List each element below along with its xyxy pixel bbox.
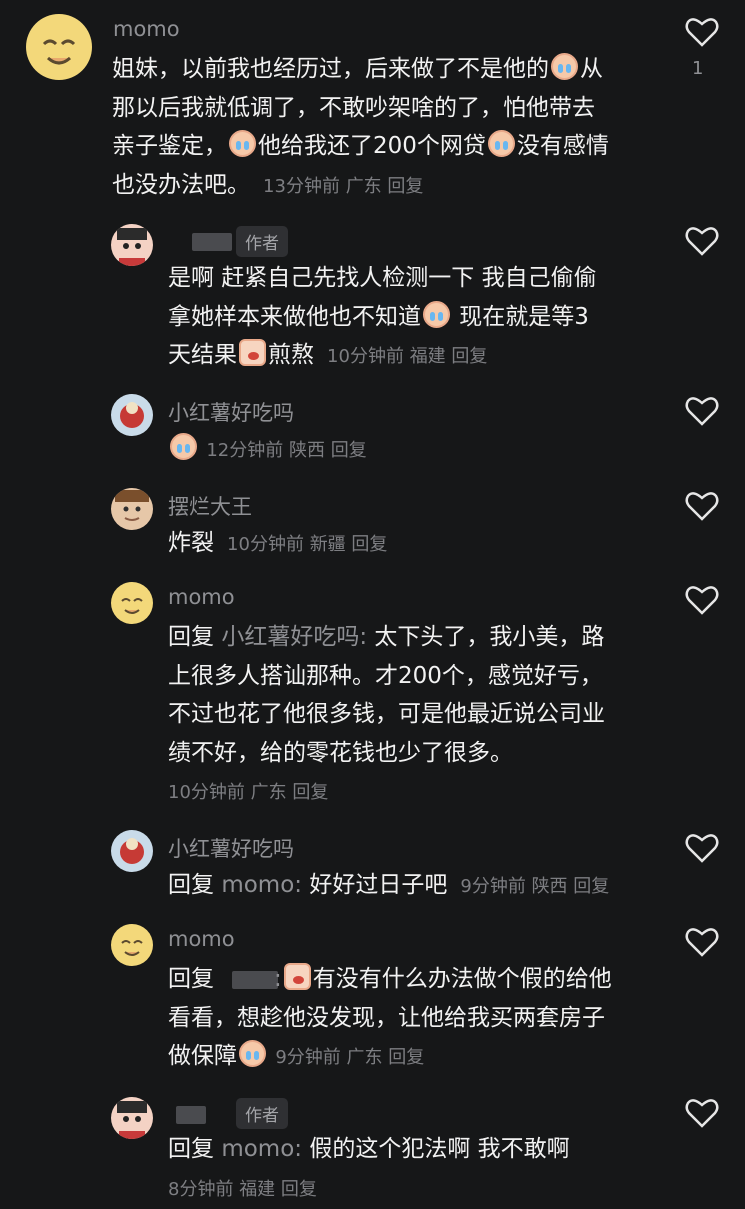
comment-meta: 9分钟前 陕西 回复 <box>460 876 610 897</box>
reply-button[interactable]: 回复 <box>388 1047 424 1068</box>
crying-emoji-icon <box>170 433 197 460</box>
like-count: 1 <box>692 58 704 79</box>
heart-outline-icon[interactable] <box>685 584 719 616</box>
avatar-author[interactable] <box>111 224 153 266</box>
sob-sticker-icon <box>283 963 311 990</box>
comment-meta: 13分钟前 广东 回复 <box>263 175 424 197</box>
comment-text: 回复: 有没有什么办法做个假的给他 看看，想趁他没发现，让他给我买两套房子 做保障… <box>168 960 648 1078</box>
heart-outline-icon[interactable] <box>685 395 719 427</box>
comment-text: 回复 momo: 假的这个犯法啊 我不敢啊 8分钟前 福建 回复 <box>168 1136 570 1200</box>
heart-outline-icon[interactable] <box>685 832 719 864</box>
username[interactable]: momo <box>168 927 235 951</box>
comment-meta: 12分钟前 陕西 回复 <box>206 440 367 461</box>
reply-button[interactable]: 回复 <box>292 782 328 803</box>
reply-button[interactable]: 回复 <box>387 176 423 197</box>
username[interactable]: 摆烂大王 <box>168 491 252 521</box>
comment-text: 12分钟前 陕西 回复 <box>168 430 367 471</box>
comment-meta: 10分钟前 广东 回复 <box>168 782 329 803</box>
avatar-author[interactable] <box>111 1097 153 1139</box>
comment-text: 回复 小红薯好吃吗: 太下头了，我小美，路 上很多人搭讪那种。才200个，感觉好… <box>168 624 605 803</box>
comment-meta: 10分钟前 福建 回复 <box>327 346 488 367</box>
avatar-momo[interactable] <box>26 14 92 80</box>
crying-emoji-icon <box>423 300 450 328</box>
crying-emoji-icon <box>487 130 515 157</box>
heart-outline-icon[interactable] <box>685 926 719 958</box>
avatar-xiaohongshu[interactable] <box>111 830 153 872</box>
crying-emoji-icon <box>239 1040 266 1067</box>
crying-emoji-icon <box>551 53 578 80</box>
reply-button[interactable]: 回复 <box>573 876 609 897</box>
comment-text: 回复 momo: 好好过日子吧 9分钟前 陕西 回复 <box>168 872 610 898</box>
author-badge: 作者 <box>236 1098 288 1129</box>
comment-meta: 8分钟前 福建 回复 <box>168 1178 317 1200</box>
sob-sticker-icon <box>239 339 266 366</box>
reply-button[interactable]: 回复 <box>351 534 387 555</box>
username[interactable]: 小红薯好吃吗 <box>168 397 294 427</box>
reply-button[interactable]: 回复 <box>331 440 367 461</box>
username[interactable]: 小红薯好吃吗 <box>168 833 294 863</box>
reply-button[interactable]: 回复 <box>451 346 487 367</box>
username[interactable]: momo <box>113 17 180 41</box>
avatar-xiaohongshu[interactable] <box>111 394 153 436</box>
reply-button[interactable]: 回复 <box>281 1179 317 1200</box>
comment-text: 炸裂 10分钟前 新疆 回复 <box>168 530 388 556</box>
heart-outline-icon[interactable] <box>685 490 719 522</box>
comment-text: 姐妹，以前我也经历过，后来做了不是他的从 那以后我就低调了，不敢吵架啥的了，怕他… <box>112 50 672 206</box>
heart-outline-icon[interactable] <box>685 16 719 48</box>
comment-text: 是啊 赶紧自己先找人检测一下 我自己偷偷 拿她样本来做他也不知道 现在就是等3 … <box>168 265 597 368</box>
username[interactable]: momo <box>168 585 235 609</box>
crying-emoji-icon <box>229 130 256 157</box>
mention[interactable]: momo: <box>221 1136 302 1162</box>
heart-outline-icon[interactable] <box>685 1097 719 1129</box>
avatar-momo[interactable] <box>111 582 153 624</box>
mention[interactable]: : <box>274 966 282 992</box>
redacted-username <box>192 233 232 251</box>
mention[interactable]: momo: <box>221 872 302 898</box>
author-badge: 作者 <box>236 226 288 257</box>
mention[interactable]: 小红薯好吃吗: <box>221 624 367 650</box>
avatar-momo[interactable] <box>111 924 153 966</box>
redacted-username <box>176 1106 206 1124</box>
comment-meta: 9分钟前 广东 回复 <box>275 1047 425 1068</box>
comment-meta: 10分钟前 新疆 回复 <box>227 534 388 555</box>
avatar-bailan[interactable] <box>111 488 153 530</box>
heart-outline-icon[interactable] <box>685 225 719 257</box>
